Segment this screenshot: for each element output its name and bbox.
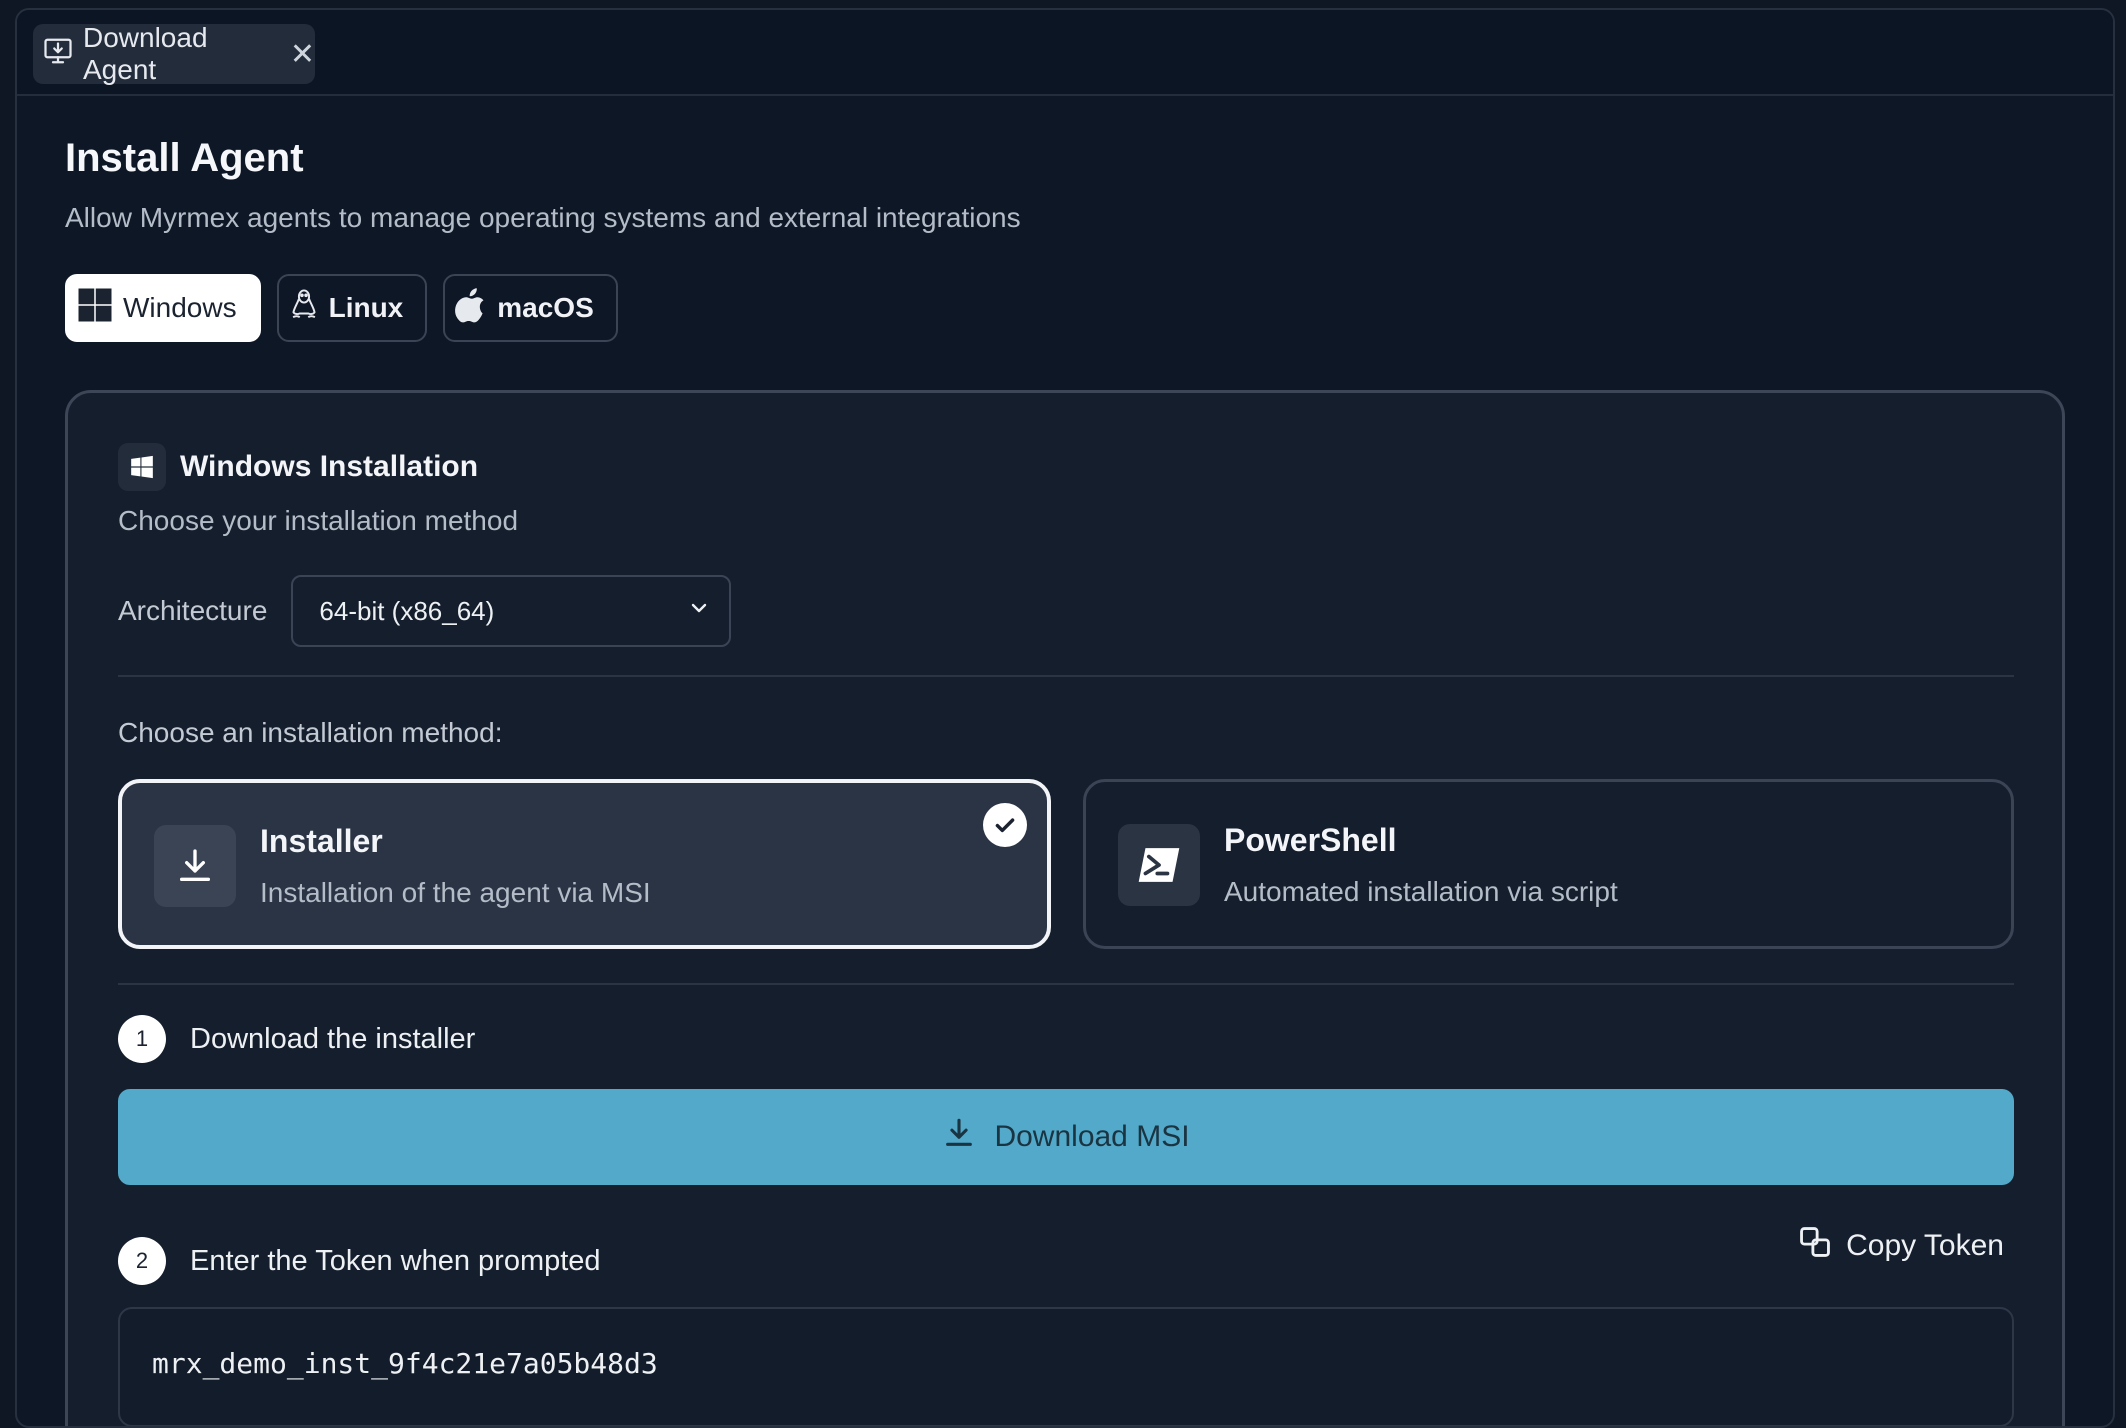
tab-bar: Download Agent ✕ [17,10,2113,96]
download-msi-button[interactable]: Download MSI [118,1089,2014,1185]
tab-download-agent[interactable]: Download Agent ✕ [33,22,315,85]
card-subtitle: Choose your installation method [118,505,519,536]
method-installer-name: Installer [260,823,383,859]
page-subtitle: Allow Myrmex agents to manage operating … [65,202,1021,233]
architecture-row: Architecture 64-bit (x86_64) [118,575,732,647]
architecture-label: Architecture [118,595,268,626]
tab-linux-label: Linux [328,292,404,323]
tab-windows[interactable]: Windows [65,274,261,342]
step-number: 2 [118,1237,166,1285]
powershell-icon [1118,824,1200,906]
card-title: Windows Installation [180,450,479,483]
tab-macos-label: macOS [497,292,594,323]
method-options: Installer Installation of the agent via … [118,779,2014,949]
tab-windows-label: Windows [123,292,237,323]
tab-macos[interactable]: macOS [443,274,618,342]
divider [118,675,2014,677]
method-powershell[interactable]: PowerShell Automated installation via sc… [1083,779,2014,949]
copy-token-button[interactable]: Copy Token [1798,1225,2004,1267]
apple-icon [455,287,487,330]
divider [118,983,2014,985]
windows-icon [77,287,113,330]
download-icon [942,1116,976,1158]
page-title: Install Agent [65,136,304,180]
step-number: 1 [118,1015,166,1063]
method-installer-description: Installation of the agent via MSI [260,877,651,908]
main-content: Install Agent Allow Myrmex agents to man… [65,96,2073,1426]
token-field[interactable]: mrx_demo_inst_9f4c21e7a05b48d3 [118,1307,2014,1426]
step-text: Download the installer [190,1022,476,1055]
installation-card: Windows Installation Choose your install… [65,390,2065,1426]
method-powershell-description: Automated installation via script [1224,876,1618,907]
step-2: 2 Enter the Token when prompted [118,1237,601,1285]
tab-label: Download Agent [83,22,208,85]
method-prompt: Choose an installation method: [118,717,503,748]
tab-linux[interactable]: Linux [276,274,428,342]
app-window: Download Agent ✕ Install Agent Allow Myr… [15,8,2115,1428]
token-value: mrx_demo_inst_9f4c21e7a05b48d3 [152,1347,658,1380]
copy-token-label: Copy Token [1846,1229,2004,1262]
os-tabs: Windows Linux macOS [65,274,618,342]
step-text: Enter the Token when prompted [190,1244,601,1277]
download-icon [154,825,236,907]
windows-logo-icon [118,443,166,491]
architecture-value: 64-bit (x86_64) [319,595,495,626]
linux-icon [289,288,319,329]
chevron-down-icon [687,596,711,627]
method-installer[interactable]: Installer Installation of the agent via … [118,779,1051,949]
architecture-select[interactable]: 64-bit (x86_64) [291,575,732,647]
card-header: Windows Installation [118,443,478,491]
monitor-download-icon [43,36,73,73]
step-1: 1 Download the installer [118,1015,475,1063]
download-msi-label: Download MSI [994,1120,1190,1153]
close-icon[interactable]: ✕ [290,37,315,72]
copy-icon [1798,1225,1832,1267]
check-icon [983,803,1027,847]
method-powershell-name: PowerShell [1224,822,1397,858]
